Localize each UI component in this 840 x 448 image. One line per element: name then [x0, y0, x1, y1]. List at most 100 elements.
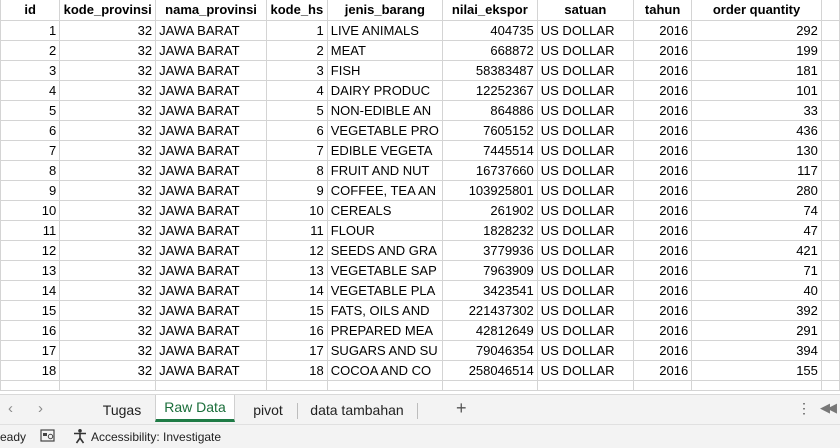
table-cell[interactable]: 221437302 [441, 299, 538, 321]
table-cell[interactable]: US DOLLAR [536, 239, 635, 261]
table-cell-empty[interactable] [820, 299, 840, 321]
table-cell[interactable]: 32 [59, 319, 157, 341]
table-cell[interactable]: 3 [265, 59, 328, 81]
table-cell[interactable]: JAWA BARAT [155, 59, 267, 81]
table-cell-empty[interactable] [820, 159, 840, 181]
table-cell[interactable]: JAWA BARAT [155, 159, 267, 181]
table-cell[interactable]: 32 [59, 139, 157, 161]
horizontal-scroll-handle[interactable]: ◀◀ [820, 400, 837, 416]
table-cell[interactable]: US DOLLAR [536, 159, 635, 181]
table-cell[interactable]: 33 [691, 99, 822, 121]
table-cell[interactable]: 32 [59, 299, 157, 321]
table-cell[interactable] [59, 379, 157, 391]
table-cell[interactable]: JAWA BARAT [155, 219, 267, 241]
table-cell[interactable]: JAWA BARAT [155, 259, 267, 281]
column-header[interactable]: satuan [536, 0, 635, 21]
table-cell-empty[interactable] [820, 119, 840, 141]
table-cell[interactable]: 864886 [441, 99, 538, 121]
column-header[interactable]: nama_provinsi [155, 0, 267, 21]
table-cell[interactable]: JAWA BARAT [155, 99, 267, 121]
table-cell[interactable]: 261902 [441, 199, 538, 221]
table-cell[interactable]: 11 [265, 219, 328, 241]
table-cell[interactable]: 6 [0, 119, 61, 141]
sheet-tab-data-tambahan[interactable]: data tambahan [302, 399, 412, 421]
table-cell[interactable]: 7 [0, 139, 61, 161]
chevron-left-icon[interactable]: ‹ [8, 400, 13, 417]
table-cell[interactable]: 2016 [632, 59, 693, 81]
table-cell[interactable]: 3779936 [441, 239, 538, 261]
table-cell[interactable] [536, 379, 635, 391]
table-cell[interactable]: 32 [59, 179, 157, 201]
table-cell[interactable]: 11 [0, 219, 61, 241]
table-cell[interactable]: JAWA BARAT [155, 79, 267, 101]
table-cell[interactable]: 32 [59, 159, 157, 181]
table-cell[interactable]: 32 [59, 39, 157, 61]
table-cell[interactable]: 16737660 [441, 159, 538, 181]
table-cell[interactable]: 9 [0, 179, 61, 201]
table-cell[interactable]: 13 [0, 259, 61, 281]
table-cell[interactable]: 12 [265, 239, 328, 261]
table-cell[interactable]: 2016 [632, 99, 693, 121]
table-cell[interactable]: FATS, OILS AND [326, 299, 443, 321]
table-cell[interactable]: 2016 [632, 359, 693, 381]
column-header[interactable]: kode_provinsi [59, 0, 157, 21]
table-cell[interactable]: PREPARED MEA [326, 319, 443, 341]
table-cell-empty[interactable] [820, 219, 840, 241]
table-cell[interactable]: 394 [691, 339, 822, 361]
table-cell[interactable]: JAWA BARAT [155, 319, 267, 341]
table-cell[interactable]: 5 [0, 99, 61, 121]
chevron-right-icon[interactable]: › [38, 400, 43, 417]
table-cell[interactable]: 16 [0, 319, 61, 341]
table-cell[interactable]: 1 [265, 19, 328, 41]
table-cell[interactable]: JAWA BARAT [155, 119, 267, 141]
table-cell[interactable]: 155 [691, 359, 822, 381]
table-cell[interactable]: 2016 [632, 219, 693, 241]
table-cell[interactable]: 12 [0, 239, 61, 261]
table-cell-empty[interactable] [820, 59, 840, 81]
table-cell[interactable]: 32 [59, 119, 157, 141]
table-cell[interactable]: NON-EDIBLE AN [326, 99, 443, 121]
table-cell-empty[interactable] [820, 139, 840, 161]
table-cell[interactable]: US DOLLAR [536, 119, 635, 141]
table-cell[interactable]: 7445514 [441, 139, 538, 161]
table-cell[interactable]: US DOLLAR [536, 99, 635, 121]
table-cell[interactable]: 9 [265, 179, 328, 201]
table-cell[interactable]: 7 [265, 139, 328, 161]
add-sheet-button[interactable]: + [456, 398, 467, 419]
table-cell[interactable] [691, 379, 822, 391]
table-cell[interactable]: US DOLLAR [536, 319, 635, 341]
table-cell-empty[interactable] [820, 339, 840, 361]
table-cell[interactable]: 18 [0, 359, 61, 381]
table-cell[interactable]: COFFEE, TEA AN [326, 179, 443, 201]
table-cell[interactable]: 436 [691, 119, 822, 141]
table-cell[interactable]: 2016 [632, 179, 693, 201]
table-cell[interactable]: 16 [265, 319, 328, 341]
spreadsheet-grid-area[interactable]: id kode_provinsi nama_provinsi kode_hs jenis… [0, 0, 840, 394]
table-cell-empty[interactable] [820, 279, 840, 301]
table-cell[interactable]: 103925801 [441, 179, 538, 201]
table-cell[interactable]: JAWA BARAT [155, 199, 267, 221]
table-cell[interactable]: JAWA BARAT [155, 39, 267, 61]
table-cell-empty[interactable] [820, 39, 840, 61]
table-cell[interactable]: 2016 [632, 39, 693, 61]
table-cell[interactable]: 71 [691, 259, 822, 281]
table-cell[interactable]: CEREALS [326, 199, 443, 221]
table-cell-empty[interactable] [820, 79, 840, 101]
table-cell[interactable]: 199 [691, 39, 822, 61]
table-cell[interactable]: 2016 [632, 299, 693, 321]
table-cell[interactable]: US DOLLAR [536, 59, 635, 81]
table-cell[interactable]: JAWA BARAT [155, 139, 267, 161]
table-cell[interactable]: 32 [59, 339, 157, 361]
table-cell[interactable]: VEGETABLE PRO [326, 119, 443, 141]
table-cell[interactable]: JAWA BARAT [155, 339, 267, 361]
column-header-empty[interactable] [820, 0, 840, 21]
table-cell[interactable]: 32 [59, 19, 157, 41]
table-cell[interactable]: US DOLLAR [536, 179, 635, 201]
table-cell[interactable]: 12252367 [441, 79, 538, 101]
table-cell[interactable]: 10 [265, 199, 328, 221]
table-cell[interactable]: 2016 [632, 79, 693, 101]
table-cell[interactable]: 280 [691, 179, 822, 201]
table-cell[interactable] [265, 379, 328, 391]
table-cell[interactable]: 14 [0, 279, 61, 301]
table-cell[interactable]: 32 [59, 359, 157, 381]
